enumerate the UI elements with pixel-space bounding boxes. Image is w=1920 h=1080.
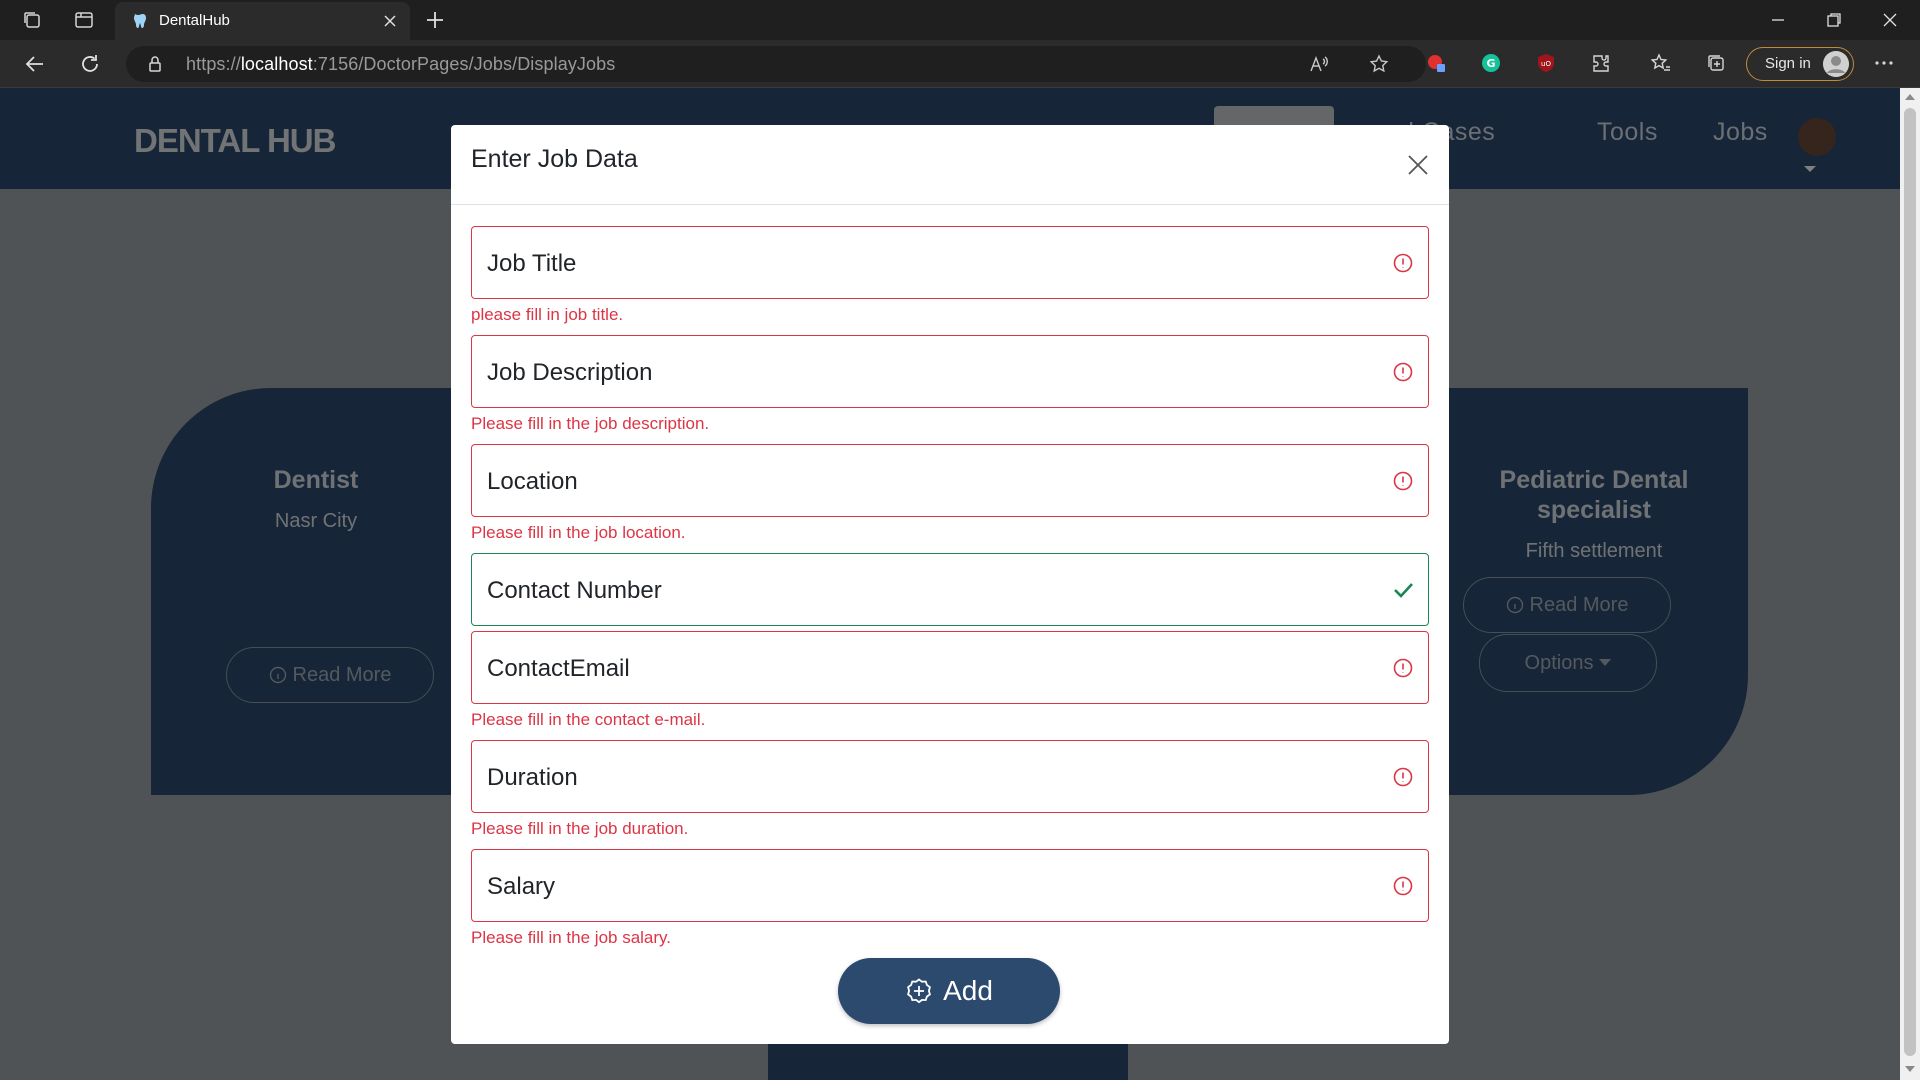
extension-red-icon[interactable] xyxy=(1425,52,1447,74)
new-tab-icon[interactable] xyxy=(423,8,447,32)
ublock-icon[interactable]: uO xyxy=(1535,52,1557,74)
tab-actions-icon[interactable] xyxy=(72,8,96,32)
back-icon[interactable] xyxy=(22,51,48,77)
tab-close-icon[interactable] xyxy=(380,11,400,31)
plus-circle-icon xyxy=(907,978,932,1004)
job-title-field[interactable]: Job Title xyxy=(471,226,1429,299)
restore-icon[interactable] xyxy=(1822,8,1846,32)
contact-email-error: Please fill in the contact e-mail. xyxy=(471,710,706,729)
browser-tab-bar: DentalHub xyxy=(0,0,1920,40)
workspaces-icon[interactable] xyxy=(20,8,44,32)
sign-in-button[interactable]: Sign in xyxy=(1746,47,1854,81)
more-menu-icon[interactable] xyxy=(1873,52,1895,74)
field-floating-label: Job Title xyxy=(487,250,577,277)
contact-number-field[interactable]: Contact Number xyxy=(471,553,1429,626)
modal-header: Enter Job Data xyxy=(451,125,1449,205)
read-aloud-icon[interactable] xyxy=(1308,53,1330,75)
error-icon xyxy=(1393,658,1413,678)
favorite-star-icon[interactable] xyxy=(1368,53,1390,75)
favorites-icon[interactable] xyxy=(1650,52,1672,74)
location-field[interactable]: Location xyxy=(471,444,1429,517)
url-text[interactable]: https://localhost:7156/DoctorPages/Jobs/… xyxy=(186,54,615,75)
browser-tab-dentalhub[interactable]: DentalHub xyxy=(115,2,410,40)
field-floating-label: ContactEmail xyxy=(487,655,630,682)
add-job-button[interactable]: Add xyxy=(838,958,1060,1024)
scroll-down-arrow-icon[interactable] xyxy=(1905,1066,1915,1072)
grammarly-icon[interactable]: G xyxy=(1480,52,1502,74)
field-floating-label: Salary xyxy=(487,873,556,900)
job-description-error: Please fill in the job description. xyxy=(471,414,710,433)
modal-close-icon[interactable] xyxy=(1406,153,1430,177)
tooth-favicon-icon xyxy=(133,14,146,28)
page-scrollbar[interactable] xyxy=(1900,88,1920,1080)
collections-icon[interactable] xyxy=(1705,52,1727,74)
checkmark-icon xyxy=(1394,583,1413,598)
duration-error: Please fill in the job duration. xyxy=(471,819,689,838)
url-bar[interactable]: https://localhost:7156/DoctorPages/Jobs/… xyxy=(126,46,1426,82)
profile-avatar-icon xyxy=(1823,51,1849,77)
error-icon xyxy=(1393,253,1413,273)
minimize-icon[interactable] xyxy=(1766,8,1790,32)
svg-text:G: G xyxy=(1486,57,1495,70)
add-label: Add xyxy=(943,975,993,1006)
error-icon xyxy=(1393,767,1413,787)
browser-address-bar: https://localhost:7156/DoctorPages/Jobs/… xyxy=(0,40,1920,88)
refresh-icon[interactable] xyxy=(77,51,103,77)
contact-email-field[interactable]: ContactEmail xyxy=(471,631,1429,704)
error-icon xyxy=(1393,876,1413,896)
salary-error: Please fill in the job salary. xyxy=(471,928,672,947)
field-floating-label: Location xyxy=(487,468,578,495)
sign-in-label: Sign in xyxy=(1765,55,1811,72)
duration-field[interactable]: Duration xyxy=(471,740,1429,813)
scrollbar-thumb[interactable] xyxy=(1904,108,1916,1056)
modal-title: Enter Job Data xyxy=(471,145,638,173)
field-floating-label: Job Description xyxy=(487,359,653,386)
error-icon xyxy=(1393,362,1413,382)
extensions-icon[interactable] xyxy=(1590,52,1612,74)
job-description-field[interactable]: Job Description xyxy=(471,335,1429,408)
salary-field[interactable]: Salary xyxy=(471,849,1429,922)
field-floating-label: Contact Number xyxy=(487,577,662,604)
lock-icon[interactable] xyxy=(146,55,164,73)
window-close-icon[interactable] xyxy=(1878,8,1902,32)
tab-title: DentalHub xyxy=(159,12,230,29)
field-floating-label: Duration xyxy=(487,764,578,791)
job-data-modal: Enter Job Data Job Title please fill in … xyxy=(451,125,1449,1044)
svg-text:uO: uO xyxy=(1541,60,1551,68)
error-icon xyxy=(1393,471,1413,491)
location-error: Please fill in the job location. xyxy=(471,523,686,542)
scroll-up-arrow-icon[interactable] xyxy=(1905,94,1915,100)
job-title-error: please fill in job title. xyxy=(471,305,624,324)
